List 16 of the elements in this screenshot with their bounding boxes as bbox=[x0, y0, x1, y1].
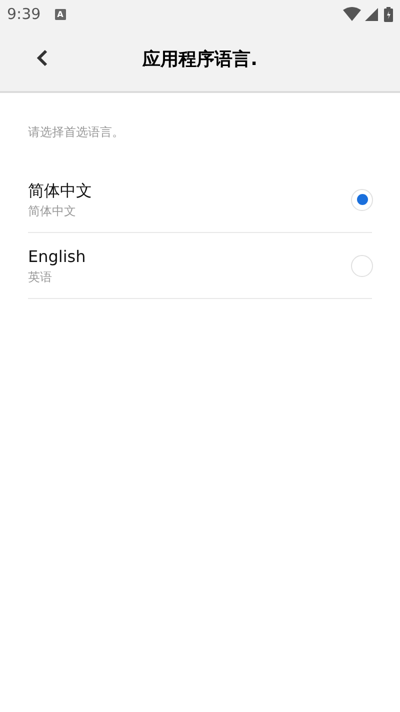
language-name: 简体中文 bbox=[28, 180, 93, 202]
wifi-icon bbox=[343, 7, 361, 21]
prompt-text: 请选择首选语言。 bbox=[28, 124, 125, 141]
page-title: 应用程序语言. bbox=[142, 48, 258, 72]
language-option[interactable]: English 英语 bbox=[28, 233, 372, 299]
language-name: English bbox=[28, 246, 87, 268]
signal-icon bbox=[365, 8, 378, 20]
status-time: 9:39 bbox=[7, 4, 41, 25]
battery-icon bbox=[384, 6, 393, 22]
language-subtitle: 英语 bbox=[28, 268, 53, 286]
radio-button[interactable] bbox=[351, 254, 373, 276]
language-option[interactable]: 简体中文 简体中文 bbox=[28, 167, 372, 233]
notification-icon: A bbox=[54, 8, 66, 20]
back-icon bbox=[36, 49, 48, 67]
radio-button[interactable] bbox=[351, 188, 373, 210]
language-subtitle: 简体中文 bbox=[28, 202, 77, 220]
